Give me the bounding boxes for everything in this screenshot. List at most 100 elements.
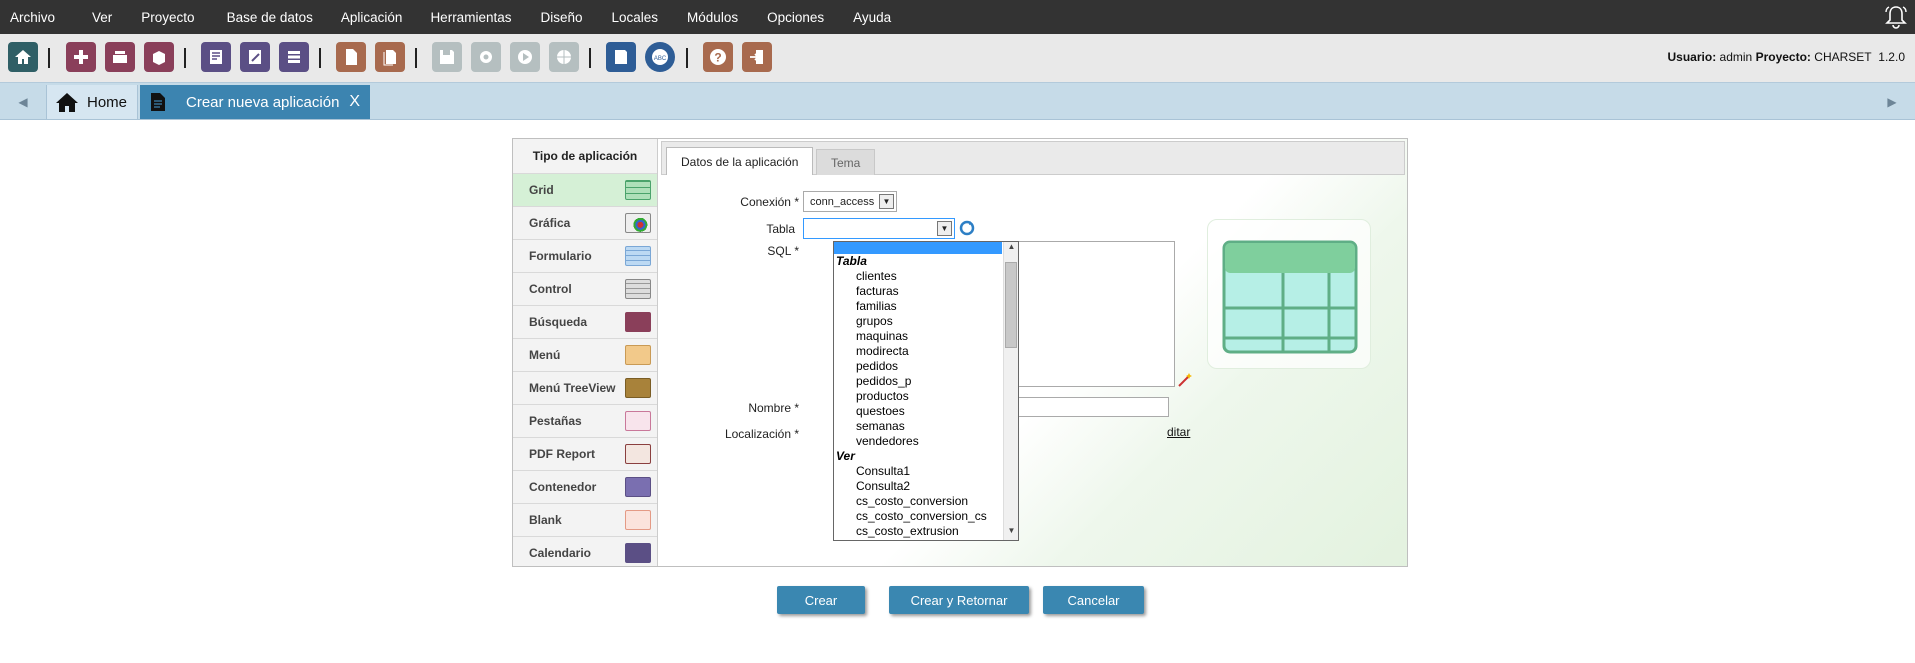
web-icon[interactable] (549, 42, 579, 72)
menu-modulos[interactable]: Módulos (675, 10, 755, 25)
chevron-down-icon: ▼ (937, 221, 952, 236)
app-type-menu[interactable]: Menú (513, 338, 657, 371)
open-app-icon[interactable] (105, 42, 135, 72)
nombre-input[interactable] (1003, 397, 1169, 417)
tabla-select[interactable]: ▼ (803, 218, 955, 239)
list-item[interactable]: semanas (834, 419, 1018, 434)
app-type-label: Grid (529, 183, 554, 197)
calendar-icon (625, 543, 651, 563)
cancelar-button[interactable]: Cancelar (1043, 586, 1144, 614)
book-icon[interactable] (606, 42, 636, 72)
app-type-formulario[interactable]: Formulario (513, 239, 657, 272)
list-item[interactable]: cs_costo_conversion_cs (834, 509, 1018, 524)
menu-opciones[interactable]: Opciones (755, 10, 841, 25)
scroll-thumb[interactable] (1005, 262, 1017, 348)
crear-button[interactable]: Crear (777, 586, 865, 614)
wand-icon[interactable] (1177, 372, 1193, 388)
toolbar: ABC ? Usuario: admin Proyecto: CHARSET 1… (0, 34, 1915, 82)
menu-diseno[interactable]: Diseño (528, 10, 599, 25)
app-type-control[interactable]: Control (513, 272, 657, 305)
scroll-down-icon[interactable]: ▼ (1004, 526, 1018, 540)
list-item[interactable]: cs_costo_extrusion (834, 524, 1018, 539)
app-type-pestanas[interactable]: Pestañas (513, 404, 657, 437)
app-type-title: Tipo de aplicación (513, 139, 657, 173)
list-item[interactable]: vendedores (834, 434, 1018, 449)
list-item[interactable]: clientes (834, 269, 1018, 284)
svg-text:ABC: ABC (654, 56, 667, 62)
menu-herramientas[interactable]: Herramientas (419, 10, 528, 25)
app-type-grafica[interactable]: Gráfica (513, 206, 657, 239)
new-app-icon[interactable] (66, 42, 96, 72)
gear-icon[interactable] (471, 42, 501, 72)
menu-ver[interactable]: Ver (72, 10, 129, 25)
edit-icon[interactable] (240, 42, 270, 72)
app-type-menu-treeview[interactable]: Menú TreeView (513, 371, 657, 404)
list-item[interactable]: grupos (834, 314, 1018, 329)
list-item[interactable]: pedidos (834, 359, 1018, 374)
list-item[interactable]: modirecta (834, 344, 1018, 359)
app-type-pdf-report[interactable]: PDF Report (513, 437, 657, 470)
app-type-blank[interactable]: Blank (513, 503, 657, 536)
blank-icon (625, 510, 651, 530)
tab-datos-aplicacion[interactable]: Datos de la aplicación (666, 147, 814, 175)
tab-home[interactable]: Home (46, 85, 138, 119)
menu-proyecto[interactable]: Proyecto (129, 10, 211, 25)
home-icon (56, 93, 78, 112)
list-item[interactable]: questoes (834, 404, 1018, 419)
document-icon[interactable] (336, 42, 366, 72)
list-item[interactable]: productos (834, 389, 1018, 404)
tabs-next-icon[interactable]: ▶ (1869, 83, 1915, 120)
menu-icon (625, 345, 651, 365)
menu-base-de-datos[interactable]: Base de datos (212, 10, 330, 25)
menu-archivo[interactable]: Archivo (0, 10, 72, 25)
tabs-prev-icon[interactable]: ◀ (0, 83, 46, 120)
help-icon[interactable]: ? (703, 42, 733, 72)
user-value: admin (1719, 50, 1753, 64)
tab-bar: ◀ Home Crear nueva aplicación X ▶ (0, 82, 1915, 120)
scroll-up-icon[interactable]: ▲ (1004, 242, 1018, 256)
database-icon[interactable] (279, 42, 309, 72)
form-icon (625, 246, 651, 266)
user-info: Usuario: admin Proyecto: CHARSET 1.2.0 (1668, 50, 1905, 64)
app-type-grid[interactable]: Grid (513, 173, 657, 206)
tab-current-label: Crear nueva aplicación (186, 93, 340, 111)
tabs-icon (625, 411, 651, 431)
crear-y-retornar-button[interactable]: Crear y Retornar (889, 586, 1029, 614)
app-type-contenedor[interactable]: Contenedor (513, 470, 657, 503)
pdf-icon (625, 444, 651, 464)
form-edit-icon[interactable] (201, 42, 231, 72)
documents-icon[interactable] (375, 42, 405, 72)
list-item[interactable]: Consulta2 (834, 479, 1018, 494)
list-item[interactable]: Consulta1 (834, 464, 1018, 479)
exit-icon[interactable] (742, 42, 772, 72)
list-item[interactable]: familias (834, 299, 1018, 314)
tab-tema[interactable]: Tema (816, 149, 876, 175)
apps-icon[interactable] (144, 42, 174, 72)
list-item[interactable]: facturas (834, 284, 1018, 299)
run-icon[interactable] (510, 42, 540, 72)
save-icon[interactable] (432, 42, 462, 72)
bell-icon[interactable] (1883, 4, 1909, 30)
conexion-select[interactable]: conn_access ▼ (803, 191, 897, 212)
list-item[interactable]: cs_costo_conversion (834, 494, 1018, 509)
menu-aplicacion[interactable]: Aplicación (330, 10, 420, 25)
tab-crear-nueva-aplicacion[interactable]: Crear nueva aplicación X (140, 85, 370, 119)
menu-ayuda[interactable]: Ayuda (841, 10, 908, 25)
list-item-blank[interactable] (834, 242, 1002, 254)
dropdown-scrollbar[interactable]: ▲ ▼ (1003, 242, 1018, 540)
tabla-label: Tabla (766, 222, 795, 236)
home-icon[interactable] (8, 42, 38, 72)
app-type-label: Control (529, 282, 572, 296)
menu-locales[interactable]: Locales (600, 10, 676, 25)
spellcheck-icon[interactable]: ABC (645, 42, 675, 72)
editar-link[interactable]: ditar (1167, 425, 1190, 439)
project-label: Proyecto: (1755, 50, 1811, 64)
sql-textarea[interactable] (1003, 241, 1175, 387)
optgroup-ver: Ver (836, 449, 855, 463)
app-type-calendario[interactable]: Calendario (513, 536, 657, 566)
list-item[interactable]: pedidos_p (834, 374, 1018, 389)
refresh-icon[interactable] (959, 220, 975, 236)
close-tab-button[interactable]: X (349, 93, 360, 111)
app-type-busqueda[interactable]: Búsqueda (513, 305, 657, 338)
list-item[interactable]: maquinas (834, 329, 1018, 344)
